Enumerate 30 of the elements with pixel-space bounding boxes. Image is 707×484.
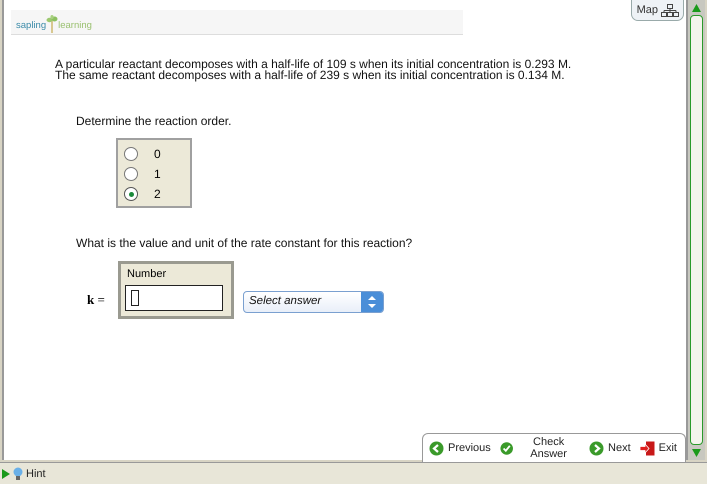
radio-button[interactable] <box>124 187 138 201</box>
number-input-field[interactable] <box>125 285 223 311</box>
question-prompt: What is the value and unit of the rate constant for this reaction? <box>76 236 414 250</box>
play-arrow-icon <box>2 469 10 479</box>
previous-button[interactable]: Previous <box>429 436 491 460</box>
scrollbar[interactable] <box>688 0 705 460</box>
logo: sapling learning <box>16 15 92 31</box>
variable-label: k = <box>87 292 106 308</box>
sprout-icon <box>46 15 58 33</box>
light-bulb-icon <box>13 467 23 481</box>
next-button[interactable]: Next <box>589 436 631 460</box>
down-arrow-icon <box>692 449 701 457</box>
unit-select[interactable]: Select answer <box>243 291 384 313</box>
exit-door-icon <box>640 440 655 456</box>
radio-button[interactable] <box>124 167 138 181</box>
sitemap-icon <box>661 4 679 16</box>
hint-button[interactable]: Hint <box>2 467 46 481</box>
up-arrow-icon <box>692 4 701 12</box>
option-label: 0 <box>154 147 161 161</box>
map-button[interactable]: Map <box>630 0 684 21</box>
radio-button[interactable] <box>124 147 138 161</box>
option-label: 1 <box>154 167 161 181</box>
question-prompt: Determine the reaction order. <box>76 114 232 128</box>
up-down-icon <box>368 296 376 308</box>
problem-text: A particular reactant decomposes with a half-life of 109 s when its initial concentration is 0.293 M. The same reactant decomposes with a half-life of 239 s when its initial concentration is 0.134 M. <box>55 59 572 81</box>
option-label: 2 <box>154 187 161 201</box>
check-button[interactable]: Check Answer <box>500 436 580 460</box>
exit-button[interactable]: Exit <box>640 436 677 460</box>
number-label: Number <box>127 268 168 280</box>
check-icon <box>500 440 514 456</box>
